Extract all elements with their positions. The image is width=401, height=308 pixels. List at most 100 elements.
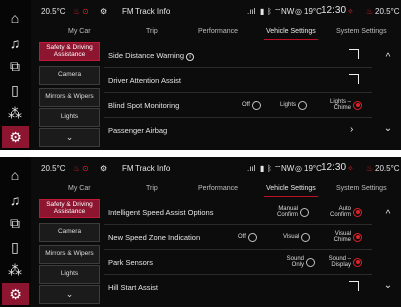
radio-off[interactable]	[247, 232, 257, 242]
battery-icon: ▮	[260, 7, 265, 16]
radio-lights[interactable]	[298, 100, 308, 110]
tab-system-settings[interactable]: System Settings	[336, 185, 387, 192]
row-label: Passenger Airbag	[108, 126, 168, 135]
seat-heat-icon[interactable]: ♨	[73, 164, 80, 173]
row-blind-spot-monitoring[interactable]: Blind Spot Monitoring Off Lights Lights …	[104, 93, 372, 118]
chevron-right-icon[interactable]: ›	[350, 124, 353, 135]
option-lights[interactable]: Lights	[280, 97, 308, 113]
row-label: Intelligent Speed Assist Options	[108, 208, 214, 217]
track-info[interactable]: Track Info	[135, 7, 170, 16]
driver-temperature[interactable]: 20.5°C	[375, 164, 400, 173]
tab-my-car[interactable]: My Car	[68, 28, 91, 35]
location-icon: ◎	[295, 7, 302, 16]
scroll-down-icon[interactable]: ⌄	[381, 123, 395, 135]
phone-icon[interactable]: ▯	[5, 238, 25, 257]
option-lights-chime[interactable]: Lights – Chime	[322, 97, 362, 113]
row-label: Hill Start Assist	[108, 283, 159, 292]
steering-heat-icon[interactable]: ⊙	[82, 164, 89, 173]
row-new-speed-zone-indication[interactable]: New Speed Zone Indication Off Visual Vis…	[104, 225, 372, 250]
option-visual[interactable]: Visual	[283, 229, 311, 245]
tab-trip[interactable]: Trip	[146, 185, 158, 192]
option-off[interactable]: Off	[238, 229, 257, 245]
scroll-up-icon[interactable]: ^	[381, 52, 395, 64]
option-manual-confirm[interactable]: Manual Confirm	[270, 204, 309, 220]
clock: 12:30	[321, 5, 347, 16]
category-more-chevron-icon[interactable]: ⌄	[39, 285, 100, 304]
option-visual-chime[interactable]: Visual Chime	[322, 229, 362, 245]
category-camera[interactable]: Camera	[39, 223, 100, 242]
category-lights[interactable]: Lights	[39, 108, 100, 127]
settings-tabs: My Car Trip Performance Vehicle Settings…	[31, 24, 401, 40]
music-note-icon[interactable]: ♫	[5, 190, 25, 209]
radio-sound-display[interactable]	[353, 257, 362, 267]
category-mirrors-wipers[interactable]: Mirrors & Wipers	[39, 245, 100, 264]
status-bar: 20.5°C ♨ ⊙ ⚙ FM Track Info .ııl ▮ ᛒ ⌔ NW…	[31, 0, 401, 24]
radio-visual[interactable]	[301, 232, 311, 242]
vehicle-settings-icon[interactable]: ⚙	[2, 126, 29, 148]
tab-my-car[interactable]: My Car	[68, 185, 91, 192]
location-icon: ◎	[295, 164, 302, 173]
tab-vehicle-settings[interactable]: Vehicle Settings	[264, 28, 318, 40]
scroll-down-icon[interactable]: ⌄	[381, 280, 395, 292]
row-hill-start-assist[interactable]: Hill Start Assist	[104, 275, 372, 300]
row-intelligent-speed-assist-options[interactable]: Intelligent Speed Assist Options Manual …	[104, 200, 372, 225]
phone-icon[interactable]: ▯	[5, 81, 25, 100]
radio-lights-chime[interactable]	[353, 100, 362, 110]
seat-fan-icon[interactable]: ♨	[366, 7, 373, 16]
option-sound-only[interactable]: Sound Only	[280, 254, 315, 270]
home-icon[interactable]: ⌂	[5, 8, 25, 27]
radio-source[interactable]: FM	[122, 7, 134, 16]
row-driver-attention-assist[interactable]: Driver Attention Assist	[104, 68, 372, 93]
home-icon[interactable]: ⌂	[5, 165, 25, 184]
battery-icon: ▮	[260, 164, 265, 173]
compass-heading: NW	[281, 7, 295, 16]
category-safety-driving-assistance[interactable]: Safety & Driving Assistance	[39, 199, 100, 218]
tab-vehicle-settings[interactable]: Vehicle Settings	[264, 185, 318, 197]
music-note-icon[interactable]: ♫	[5, 33, 25, 52]
tab-system-settings[interactable]: System Settings	[336, 28, 387, 35]
category-more-chevron-icon[interactable]: ⌄	[39, 128, 100, 147]
option-auto-confirm[interactable]: Auto Confirm	[322, 204, 362, 220]
vehicle-settings-icon[interactable]: ⚙	[2, 283, 29, 305]
climate-fan-icon[interactable]: ⁂	[5, 261, 25, 280]
clock: 12:30	[321, 162, 347, 173]
seat-fan-icon[interactable]: ♨	[366, 164, 373, 173]
track-info[interactable]: Track Info	[135, 164, 170, 173]
category-camera[interactable]: Camera	[39, 66, 100, 85]
tab-performance[interactable]: Performance	[198, 185, 238, 192]
tab-performance[interactable]: Performance	[198, 28, 238, 35]
radio-visual-chime[interactable]	[353, 232, 362, 242]
driver-temperature[interactable]: 20.5°C	[375, 7, 400, 16]
option-off[interactable]: Off	[242, 97, 261, 113]
media-player-icon[interactable]: ⧉	[5, 57, 25, 76]
category-lights[interactable]: Lights	[39, 265, 100, 284]
compass-heading: NW	[281, 164, 295, 173]
row-park-sensors[interactable]: Park Sensors Sound Only Sound – Display	[104, 250, 372, 275]
radio-source[interactable]: FM	[122, 164, 134, 173]
row-side-distance-warning[interactable]: Side Distance Warning i	[104, 43, 372, 68]
option-sound-display[interactable]: Sound – Display	[322, 254, 362, 270]
steering-heat-icon[interactable]: ⊙	[82, 7, 89, 16]
sync-icon: ⚙	[100, 7, 108, 16]
radio-manual-confirm[interactable]	[300, 207, 309, 217]
media-player-icon[interactable]: ⧉	[5, 214, 25, 233]
category-mirrors-wipers[interactable]: Mirrors & Wipers	[39, 88, 100, 107]
tab-trip[interactable]: Trip	[146, 28, 158, 35]
row-passenger-airbag[interactable]: Passenger Airbag ›	[104, 118, 372, 143]
scroll-up-icon[interactable]: ^	[381, 209, 395, 221]
category-safety-driving-assistance[interactable]: Safety & Driving Assistance	[39, 42, 100, 61]
temperature-right: 19°C	[304, 7, 322, 16]
signal-strength-icon: .ııl	[247, 164, 256, 173]
info-icon[interactable]: i	[186, 53, 195, 61]
seat-heat-icon[interactable]: ♨	[73, 7, 80, 16]
checkbox[interactable]	[349, 74, 359, 84]
checkbox[interactable]	[349, 49, 359, 59]
radio-auto-confirm[interactable]	[353, 207, 362, 217]
radio-sound-only[interactable]	[306, 257, 315, 267]
checkbox[interactable]	[349, 281, 359, 291]
row-label: Driver Attention Assist	[108, 76, 181, 85]
settings-screen-1: ⌂ ♫ ⧉ ▯ ⁂ ⚙ 20.5°C ♨ ⊙ ⚙ FM Track Info .…	[0, 0, 401, 150]
climate-fan-icon[interactable]: ⁂	[5, 104, 25, 123]
row-label: New Speed Zone Indication	[108, 233, 201, 242]
radio-off[interactable]	[251, 100, 261, 110]
